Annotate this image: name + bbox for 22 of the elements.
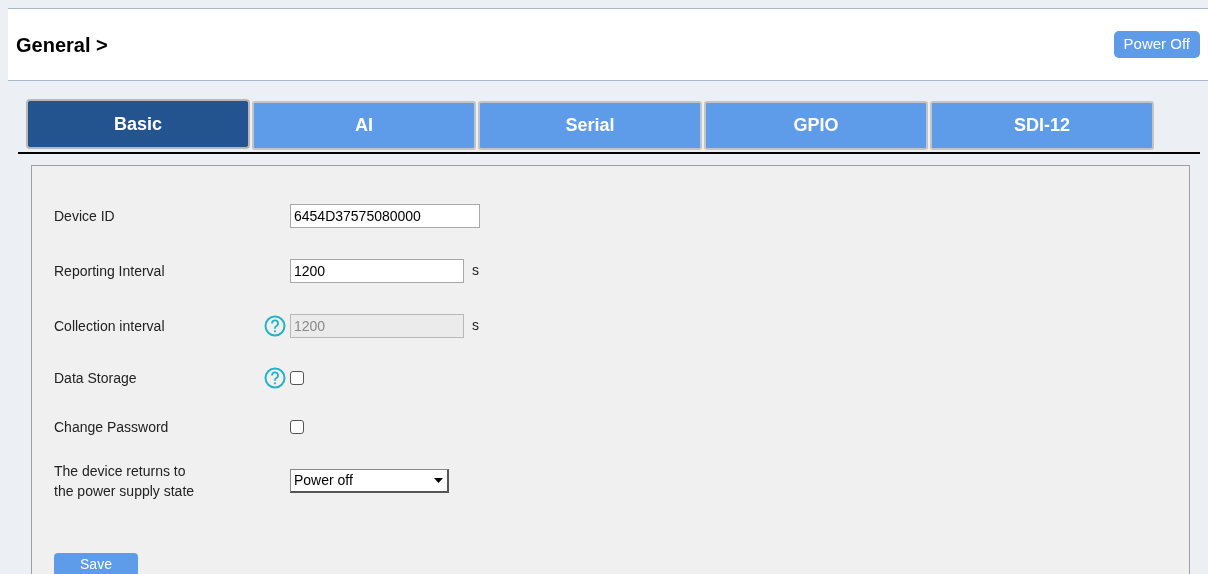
input-field[interactable]: 1200 xyxy=(290,258,464,283)
tab[interactable]: Serial xyxy=(478,101,702,150)
field-label: Device ID xyxy=(54,206,116,226)
field-label: The device returns to the power supply state xyxy=(54,462,196,501)
input-field[interactable]: 6454D37575080000 xyxy=(290,203,480,228)
caret-icon xyxy=(434,478,443,483)
field-label: Data Storage xyxy=(54,368,138,388)
tab[interactable]: SDI-12 xyxy=(930,101,1154,150)
save-button[interactable]: Save xyxy=(54,553,138,574)
field-label: Change Password xyxy=(54,417,170,437)
page-title: General > xyxy=(16,32,108,58)
field-label: Reporting Interval xyxy=(54,261,166,281)
checkbox[interactable] xyxy=(290,419,304,434)
dropdown[interactable]: Power off xyxy=(290,469,449,493)
checkbox[interactable] xyxy=(290,370,304,385)
tab[interactable]: GPIO xyxy=(704,101,928,150)
power-off-button[interactable]: Power Off xyxy=(1113,31,1200,58)
field-label: Collection interval xyxy=(54,316,166,336)
unit-label: s xyxy=(472,261,479,280)
tab[interactable]: AI xyxy=(252,101,476,150)
tab[interactable]: Basic xyxy=(26,99,250,149)
unit-label: s xyxy=(472,316,479,335)
